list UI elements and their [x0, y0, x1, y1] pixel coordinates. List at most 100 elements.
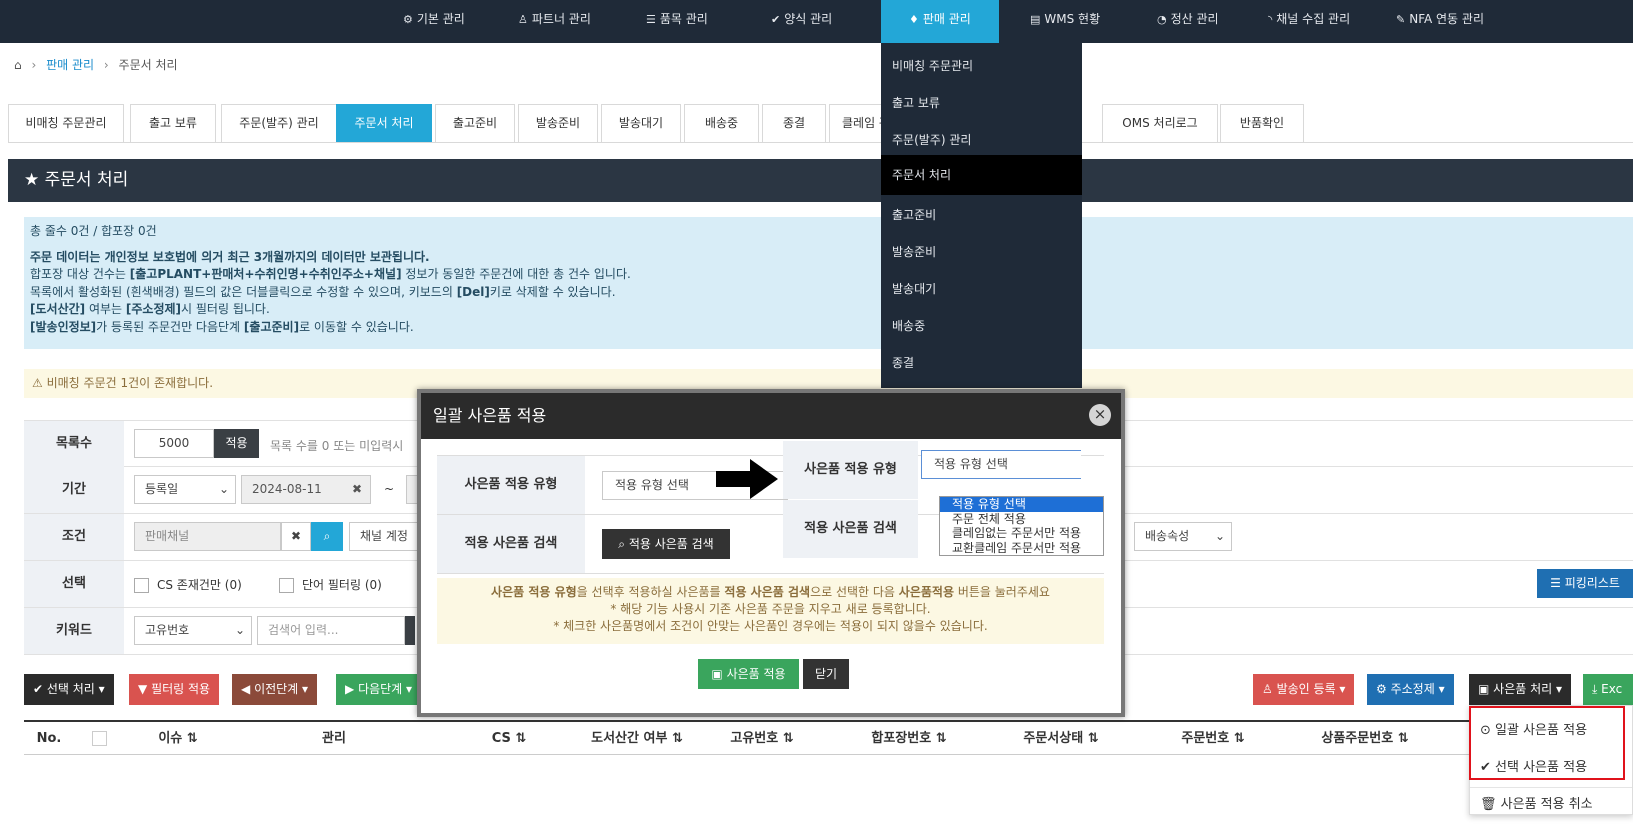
info-combine: 합포장 대상 건수는 [출고PLANT+판매처+수취인명+수취인주소+채널] 정… — [30, 267, 631, 281]
period-tilde: ~ — [384, 482, 395, 496]
tab-ship-wait[interactable]: 발송대기 — [601, 104, 681, 142]
picking-list-button[interactable]: ☰ 피킹리스트 — [1537, 569, 1633, 598]
col-issue[interactable]: 이슈 ⇅ — [124, 722, 232, 755]
keyword-type-select[interactable]: 고유번호 ⌄ — [134, 616, 252, 645]
breadcrumb-parent[interactable]: 판매 관리 — [46, 58, 94, 72]
tab-order-manage[interactable]: 주문(발주) 관리 — [221, 104, 337, 142]
tab-ready[interactable]: 출고준비 — [435, 104, 515, 142]
home-icon[interactable]: ⌂ — [14, 58, 22, 72]
nav-settlement[interactable]: ◔ 정산 관리 — [1157, 0, 1219, 43]
sort-icon: ⇅ — [1397, 731, 1409, 746]
rows-input[interactable]: 5000 — [134, 429, 214, 458]
tab-oms-log[interactable]: OMS 처리로그 — [1102, 104, 1218, 142]
submenu-unmatched[interactable]: 비매칭 주문관리 — [881, 48, 1082, 85]
tab-shipping[interactable]: 배송중 — [684, 104, 759, 142]
period-label: 기간 — [24, 467, 124, 513]
col-order-no[interactable]: 주문번호 ⇅ — [1138, 722, 1288, 755]
col-no: No. — [36, 731, 62, 746]
checkbox[interactable] — [279, 578, 294, 593]
option-exchange-claim[interactable]: 교환클레임 주문서만 적용 — [940, 541, 1103, 556]
option-all[interactable]: 주문 전체 적용 — [940, 512, 1103, 527]
submenu-shipping[interactable]: 배송중 — [881, 308, 1082, 345]
filter-icon: ▼ — [138, 682, 148, 696]
checkbox[interactable] — [134, 578, 149, 593]
word-filter-checkbox[interactable]: 단어 필터링 (0) — [279, 576, 382, 593]
ship-attr-select[interactable]: 배송속성 ⌄ — [1134, 522, 1232, 551]
period-start-input[interactable]: 2024-08-11 ✖ — [241, 475, 371, 504]
submenu-hold[interactable]: 출고 보류 — [881, 85, 1082, 122]
warning-icon: ⚠ — [32, 376, 43, 390]
next-step-button[interactable]: ▶ 다음단계 ▾ — [336, 674, 422, 705]
tab-order-process[interactable]: 주문서 처리 — [336, 104, 432, 142]
rows-label: 목록수 — [24, 421, 124, 467]
nav-basic[interactable]: ⚙ 기본 관리 — [403, 0, 465, 43]
period-type-select[interactable]: 등록일 ⌄ — [134, 475, 236, 504]
modal-title: 일괄 사은품 적용 × — [421, 393, 1121, 439]
gift-process-button[interactable]: ▣ 사은품 처리 ▾ — [1469, 674, 1572, 705]
channel-input[interactable]: 판매채널 — [134, 522, 281, 551]
submenu-ready[interactable]: 출고준비 — [881, 197, 1082, 234]
rss-icon: ◝ — [1268, 13, 1273, 26]
sort-icon: ⇅ — [1233, 731, 1245, 746]
tab-unmatched[interactable]: 비매칭 주문관리 — [8, 104, 124, 142]
sales-submenu: 비매칭 주문관리 출고 보류 주문(발주) 관리 주문서 처리 출고준비 발송준… — [881, 43, 1082, 388]
table-icon: ▤ — [1030, 13, 1041, 26]
tab-closed[interactable]: 종결 — [762, 104, 826, 142]
submenu-ship-wait[interactable]: 발송대기 — [881, 271, 1082, 308]
keyword-input[interactable]: 검색어 입력... — [257, 616, 405, 645]
col-order-status[interactable]: 주문서상태 ⇅ — [986, 722, 1136, 755]
option-none[interactable]: 적용 유형 선택 — [940, 497, 1103, 512]
nav-label: NFA 연동 관리 — [1409, 12, 1484, 26]
submenu-order-process[interactable]: 주문서 처리 — [881, 155, 1082, 195]
sender-register-button[interactable]: ♙ 발송인 등록 ▾ — [1253, 674, 1355, 705]
keyword-search-button[interactable] — [405, 616, 415, 645]
cancel-gift-item[interactable]: 🗑 사은품 적용 취소 — [1480, 793, 1593, 812]
nav-wms[interactable]: ▤ WMS 현황 — [1030, 0, 1100, 43]
nav-channel[interactable]: ◝ 채널 수집 관리 — [1268, 0, 1350, 43]
info-privacy: 주문 데이터는 개인정보 보호법에 의거 최근 3개월까지의 데이터만 보관됩니… — [30, 249, 430, 264]
clear-icon[interactable]: ✖ — [352, 476, 362, 503]
rows-apply-button[interactable]: 적용 — [214, 429, 259, 458]
col-island[interactable]: 도서산간 여부 ⇅ — [584, 722, 690, 755]
clear-icon[interactable]: ✖ — [281, 522, 311, 551]
warning-text[interactable]: 비매칭 주문건 1건이 존재합니다. — [47, 376, 213, 390]
option-no-claim[interactable]: 클레임없는 주문서만 적용 — [940, 526, 1103, 541]
select-label: 선택 — [24, 561, 124, 607]
close-icon[interactable]: × — [1089, 404, 1111, 426]
col-product-order-no[interactable]: 상품주문번호 ⇅ — [1290, 722, 1440, 755]
nav-nfa[interactable]: ✎ NFA 연동 관리 — [1396, 0, 1484, 43]
gift-search-button[interactable]: ⌕ 적용 사은품 검색 — [602, 529, 730, 559]
submenu-ship-prep[interactable]: 발송준비 — [881, 234, 1082, 271]
excel-button[interactable]: ⤓ Exc — [1583, 674, 1633, 705]
close-button[interactable]: 닫기 — [803, 659, 849, 689]
tab-return-check[interactable]: 반품확인 — [1220, 104, 1304, 142]
submenu-closed[interactable]: 종결 — [881, 345, 1082, 382]
tab-hold[interactable]: 출고 보류 — [130, 104, 216, 142]
search-icon[interactable]: ⌕ — [311, 522, 343, 551]
breadcrumb-separator: › — [103, 58, 109, 72]
col-unique-no[interactable]: 고유번호 ⇅ — [692, 722, 832, 755]
apply-gift-button[interactable]: ▣ 사은품 적용 — [698, 659, 799, 689]
select-process-button[interactable]: ✔ 선택 처리 ▾ — [24, 674, 114, 705]
prev-step-button[interactable]: ◀ 이전단계 ▾ — [232, 674, 318, 705]
gift-type-select-open[interactable]: 적용 유형 선택 — [921, 450, 1081, 479]
tab-ship-prep[interactable]: 발송준비 — [518, 104, 598, 142]
nav-template[interactable]: ✔ 양식 관리 — [771, 0, 832, 43]
cs-filter-checkbox[interactable]: CS 존재건만 (0) — [134, 576, 242, 593]
nav-partner[interactable]: ♙ 파트너 관리 — [518, 0, 591, 43]
chevron-down-icon: ⌄ — [218, 482, 229, 496]
wrench-icon: ✎ — [1396, 13, 1406, 26]
nav-product[interactable]: ☰ 품목 관리 — [646, 0, 708, 43]
col-combine-no[interactable]: 합포장번호 ⇅ — [834, 722, 984, 755]
col-checkbox[interactable] — [76, 722, 122, 755]
col-cs[interactable]: CS ⇅ — [434, 722, 584, 755]
info-count: 총 줄수 0건 / 합포장 0건 — [30, 224, 157, 238]
panel-title-text: 주문서 처리 — [44, 170, 129, 190]
rows-hint: 목록 수를 0 또는 미입력시 — [270, 439, 404, 453]
filter-apply-button[interactable]: ▼ 필터링 적용 — [129, 674, 220, 705]
address-refine-button[interactable]: ⚙ 주소정제 ▾ — [1367, 674, 1454, 705]
nav-sales[interactable]: ♦ 판매 관리 — [881, 0, 999, 43]
submenu-order-manage[interactable]: 주문(발주) 관리 — [881, 122, 1082, 159]
nav-label: 품목 관리 — [659, 12, 708, 26]
chevron-down-icon: ⌄ — [234, 623, 245, 637]
